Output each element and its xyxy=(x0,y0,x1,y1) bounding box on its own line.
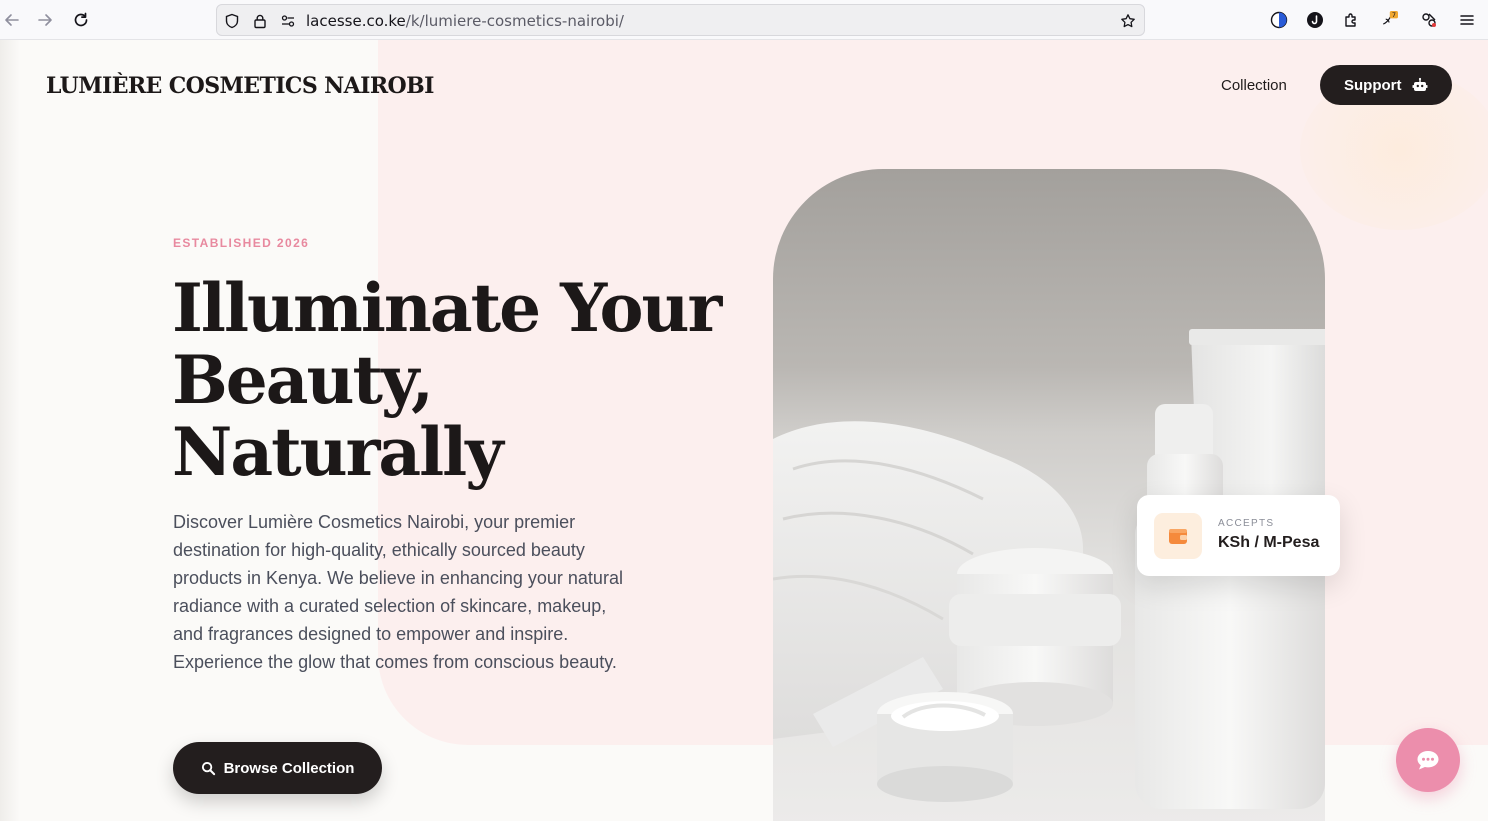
payment-methods-card: ACCEPTS KSh / M-Pesa xyxy=(1137,495,1340,576)
lock-icon[interactable] xyxy=(251,12,269,30)
search-icon xyxy=(201,761,215,775)
url-path: /k/lumiere-cosmetics-nairobi/ xyxy=(405,12,624,30)
url-text[interactable]: lacesse.co.ke/k/lumiere-cosmetics-nairob… xyxy=(306,12,624,30)
nav-collection-link[interactable]: Collection xyxy=(1221,77,1287,94)
hero-intro-text: Discover Lumière Cosmetics Nairobi, your… xyxy=(173,512,623,672)
headline-line-1: Illuminate Your xyxy=(172,269,722,347)
puzzle-extensions-icon[interactable] xyxy=(1340,9,1362,31)
j-extension-icon[interactable] xyxy=(1304,9,1326,31)
headline-line-2: Beauty, xyxy=(172,341,434,419)
reload-icon[interactable] xyxy=(69,8,93,32)
hero-headline: Illuminate Your Beauty, Naturally xyxy=(172,272,742,488)
established-label: ESTABLISHED 2026 xyxy=(173,236,310,250)
brand-logo[interactable]: LUMIÈRE COSMETICS NAIROBI xyxy=(46,73,434,99)
chat-button[interactable] xyxy=(1396,728,1460,792)
extension-badge: 7 xyxy=(1392,11,1396,19)
robot-icon xyxy=(1412,77,1427,91)
wallet-icon xyxy=(1154,513,1202,559)
bug-extension-icon[interactable] xyxy=(1418,9,1440,31)
permissions-icon[interactable] xyxy=(279,12,297,30)
browser-toolbar: lacesse.co.ke/k/lumiere-cosmetics-nairob… xyxy=(0,0,1488,40)
contrast-extension-icon[interactable] xyxy=(1268,9,1290,31)
tracking-shield-icon[interactable] xyxy=(223,12,241,30)
menu-icon[interactable] xyxy=(1456,9,1478,31)
star-icon[interactable] xyxy=(1119,12,1137,30)
accepts-label: ACCEPTS xyxy=(1218,518,1275,529)
support-button[interactable]: Support xyxy=(1320,65,1452,105)
accepts-value: KSh / M-Pesa xyxy=(1218,534,1320,551)
browse-collection-button[interactable]: Browse Collection xyxy=(173,742,382,794)
flower-extension-icon[interactable]: 7 xyxy=(1378,9,1400,31)
back-icon[interactable] xyxy=(0,8,24,32)
page-edge-shade xyxy=(0,40,20,821)
browse-collection-label: Browse Collection xyxy=(223,759,355,777)
chat-bubble-icon xyxy=(1417,751,1439,770)
landing-page: LUMIÈRE COSMETICS NAIROBI Collection Sup… xyxy=(0,40,1488,821)
support-button-label: Support xyxy=(1344,76,1402,94)
headline-line-3: Naturally xyxy=(172,413,504,491)
forward-icon[interactable] xyxy=(33,8,57,32)
address-bar[interactable]: lacesse.co.ke/k/lumiere-cosmetics-nairob… xyxy=(216,4,1145,36)
url-domain: lacesse.co.ke xyxy=(306,12,406,30)
